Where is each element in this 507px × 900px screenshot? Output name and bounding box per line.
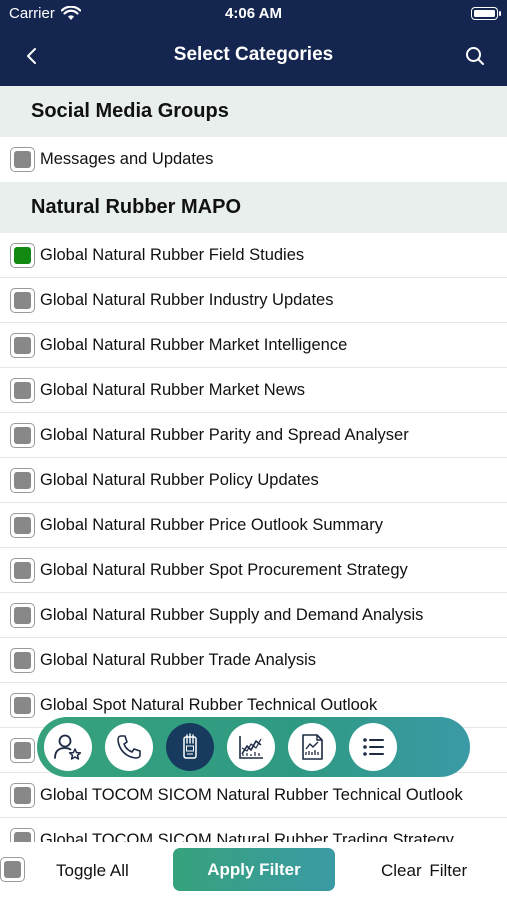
category-row[interactable]: Global Natural Rubber Supply and Demand … xyxy=(0,593,507,638)
category-checkbox[interactable] xyxy=(10,467,35,493)
category-checkbox[interactable] xyxy=(10,332,35,358)
category-row[interactable]: Global TOCOM SICOM Natural Rubber Techni… xyxy=(0,773,507,818)
category-checkbox[interactable] xyxy=(10,377,35,403)
category-label: Global Natural Rubber Spot Procurement S… xyxy=(40,560,408,579)
sms-button[interactable] xyxy=(166,723,214,771)
category-checkbox[interactable] xyxy=(10,602,35,628)
call-button[interactable] xyxy=(105,723,153,771)
bottom-toolbar: Toggle All Apply Filter Clear Filter xyxy=(0,842,507,900)
status-bar: Carrier 4:06 AM xyxy=(0,0,507,28)
category-row[interactable]: Global Natural Rubber Industry Updates xyxy=(0,278,507,323)
category-checkbox[interactable] xyxy=(10,557,35,583)
app-header: Carrier 4:06 AM Select Categories xyxy=(0,0,507,86)
section-header-social-media: Social Media Groups xyxy=(0,86,507,137)
apply-filter-button[interactable]: Apply Filter xyxy=(173,848,335,891)
category-row[interactable]: Global Natural Rubber Spot Procurement S… xyxy=(0,548,507,593)
category-checkbox[interactable] xyxy=(10,647,35,673)
reports-button[interactable] xyxy=(288,723,336,771)
category-row[interactable]: Messages and Updates xyxy=(0,137,507,182)
category-checkbox[interactable] xyxy=(10,242,35,268)
user-star-icon xyxy=(54,734,82,760)
category-row[interactable]: Global Natural Rubber Price Outlook Summ… xyxy=(0,503,507,548)
category-row[interactable]: Global Natural Rubber Market News xyxy=(0,368,507,413)
search-icon xyxy=(466,47,484,65)
floating-action-bar xyxy=(37,717,470,777)
line-chart-icon xyxy=(239,736,263,759)
category-row[interactable]: Global Natural Rubber Market Intelligenc… xyxy=(0,323,507,368)
category-checkbox[interactable] xyxy=(10,147,35,172)
clear-filter-button[interactable]: Clear Filter xyxy=(381,861,467,881)
category-row[interactable]: Global Natural Rubber Policy Updates xyxy=(0,458,507,503)
list-icon xyxy=(363,738,384,756)
category-label: Global TOCOM SICOM Natural Rubber Tradin… xyxy=(40,830,454,843)
category-checkbox[interactable] xyxy=(10,827,35,842)
category-checkbox[interactable] xyxy=(10,422,35,448)
category-label: Global Natural Rubber Parity and Spread … xyxy=(40,425,409,444)
contacts-button[interactable] xyxy=(44,723,92,771)
status-time: 4:06 AM xyxy=(225,5,282,22)
category-row[interactable]: Global Natural Rubber Field Studies xyxy=(0,233,507,278)
category-label: Messages and Updates xyxy=(40,150,214,168)
category-label: Global Natural Rubber Market Intelligenc… xyxy=(40,335,348,354)
section-header-natural-rubber-mapo: Natural Rubber MAPO xyxy=(0,182,507,233)
phone-icon xyxy=(117,735,141,759)
category-checkbox[interactable] xyxy=(10,737,35,763)
toggle-all-label[interactable]: Toggle All xyxy=(56,861,129,881)
category-label: Global Natural Rubber Field Studies xyxy=(40,245,305,264)
category-row[interactable]: Global Natural Rubber Parity and Spread … xyxy=(0,413,507,458)
battery-icon xyxy=(471,7,501,20)
sms-icon xyxy=(183,733,197,759)
category-checkbox[interactable] xyxy=(10,287,35,313)
category-label: Global Natural Rubber Supply and Demand … xyxy=(40,605,424,624)
category-checkbox[interactable] xyxy=(10,512,35,538)
toggle-all-checkbox[interactable] xyxy=(0,857,25,882)
category-label: Global Spot Natural Rubber Technical Out… xyxy=(40,695,378,714)
menu-button[interactable] xyxy=(349,723,397,771)
category-row[interactable]: Global TOCOM SICOM Natural Rubber Tradin… xyxy=(0,818,507,842)
category-checkbox[interactable] xyxy=(10,692,35,718)
report-icon xyxy=(302,734,323,760)
category-label: Global Natural Rubber Policy Updates xyxy=(40,470,319,489)
category-label: Global TOCOM SICOM Natural Rubber Techni… xyxy=(40,785,463,804)
page-title: Select Categories xyxy=(173,44,334,65)
category-label: Global Natural Rubber Industry Updates xyxy=(40,290,334,309)
category-row[interactable]: Global Natural Rubber Trade Analysis xyxy=(0,638,507,683)
category-label: Global Natural Rubber Market News xyxy=(40,380,306,399)
category-checkbox[interactable] xyxy=(10,782,35,808)
charts-button[interactable] xyxy=(227,723,275,771)
category-label: Global Natural Rubber Price Outlook Summ… xyxy=(40,515,383,534)
search-button[interactable] xyxy=(461,42,489,70)
category-label: Global Natural Rubber Trade Analysis xyxy=(40,650,317,669)
